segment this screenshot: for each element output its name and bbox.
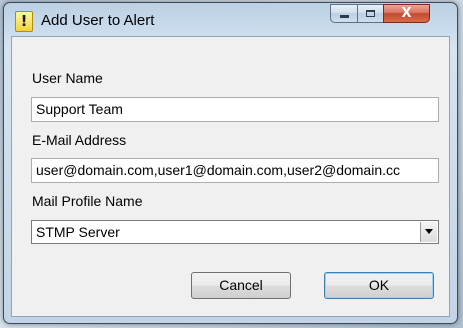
chevron-down-icon[interactable] xyxy=(420,222,437,242)
mail-profile-selected-value: STMP Server xyxy=(36,224,120,240)
alert-exclamation-icon: ! xyxy=(15,11,33,32)
title-bar[interactable]: ! Add User to Alert X xyxy=(4,3,457,37)
close-button[interactable]: X xyxy=(383,4,430,23)
email-address-label: E-Mail Address xyxy=(32,132,127,148)
minimize-icon xyxy=(339,15,349,18)
user-name-label: User Name xyxy=(32,70,103,86)
maximize-button[interactable] xyxy=(357,4,384,23)
email-address-input[interactable]: user@domain.com,user1@domain.com,user2@d… xyxy=(31,158,439,183)
minimize-button[interactable] xyxy=(330,4,358,23)
mail-profile-select[interactable]: STMP Server xyxy=(31,220,439,244)
close-icon: X xyxy=(401,6,412,21)
ok-button[interactable]: OK xyxy=(324,272,434,299)
user-name-input[interactable]: Support Team xyxy=(31,97,439,122)
window-title: Add User to Alert xyxy=(41,12,155,29)
maximize-icon xyxy=(366,10,375,17)
dialog-body: User Name Support Team E-Mail Address us… xyxy=(11,36,450,317)
add-user-dialog: ! Add User to Alert X User Name Support … xyxy=(3,2,458,324)
mail-profile-label: Mail Profile Name xyxy=(32,193,143,209)
cancel-button[interactable]: Cancel xyxy=(191,272,291,299)
